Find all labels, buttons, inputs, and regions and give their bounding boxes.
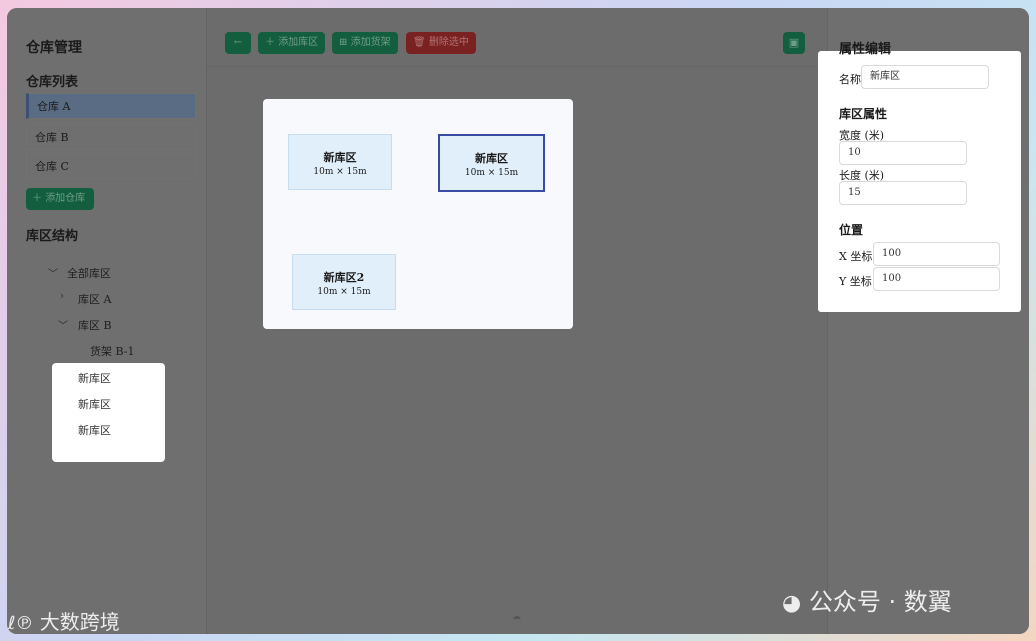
tree-node-shelf-b1[interactable]: 货架 B-1 bbox=[90, 343, 135, 359]
tree-node-zone-a[interactable]: 库区 A bbox=[78, 291, 111, 307]
zone-block-selected[interactable]: 新库区 10m × 15m bbox=[438, 134, 545, 192]
name-input[interactable]: 新库区 bbox=[861, 65, 989, 89]
brand-logo-icon: ℓ℗ bbox=[8, 613, 34, 634]
wechat-icon: ◕ bbox=[782, 591, 802, 616]
add-zone-button[interactable]: ＋ 添加库区 bbox=[258, 32, 326, 54]
watermark-right-text: 公众号 · 数翼 bbox=[808, 588, 952, 616]
chevron-down-icon[interactable]: ﹀ bbox=[58, 317, 68, 332]
save-icon: ▣ bbox=[788, 36, 800, 49]
zone-name: 新库区2 bbox=[323, 271, 365, 284]
app-window: 仓库管理 仓库列表 仓库 A 仓库 B 仓库 C ＋ 添加仓库 库区结构 ﹀ 全… bbox=[7, 8, 1029, 634]
save-button[interactable]: ▣ bbox=[783, 32, 805, 54]
y-input[interactable]: 100 bbox=[873, 267, 1000, 291]
plus-icon: ＋ bbox=[32, 193, 42, 204]
length-input[interactable]: 15 bbox=[839, 181, 967, 205]
popup-item[interactable]: 新库区 bbox=[78, 370, 111, 386]
tree-node-root[interactable]: 全部库区 bbox=[67, 265, 111, 281]
warehouse-item-a[interactable]: 仓库 A bbox=[26, 93, 196, 119]
x-input[interactable]: 100 bbox=[873, 242, 1000, 266]
tree-node-zone-b[interactable]: 库区 B bbox=[78, 317, 112, 333]
y-label: Y 坐标 bbox=[839, 275, 872, 288]
warehouse-list-title: 仓库列表 bbox=[26, 75, 79, 90]
delete-selected-button[interactable]: 🗑 删除选中 bbox=[406, 32, 476, 54]
plus-icon: ＋ bbox=[265, 37, 275, 48]
app-title: 仓库管理 bbox=[26, 40, 82, 56]
warehouse-label: 仓库 B bbox=[35, 131, 69, 144]
warehouse-label: 仓库 C bbox=[35, 160, 69, 173]
watermark-left: ℓ℗ 大数跨境 bbox=[8, 606, 120, 635]
watermark-right: ◕ 公众号 · 数翼 bbox=[782, 582, 952, 617]
name-label: 名称 bbox=[839, 73, 861, 86]
x-label: X 坐标 bbox=[839, 250, 873, 263]
add-warehouse-label: 添加仓库 bbox=[45, 193, 86, 204]
add-shelf-button[interactable]: ⊞ 添加货架 bbox=[332, 32, 398, 54]
toolbar-divider bbox=[207, 66, 827, 67]
delete-selected-label: 删除选中 bbox=[428, 37, 469, 48]
warehouse-label: 仓库 A bbox=[37, 100, 71, 113]
chevron-right-icon[interactable]: › bbox=[60, 291, 64, 302]
grid-icon: ⊞ bbox=[339, 37, 348, 48]
width-input[interactable]: 10 bbox=[839, 141, 967, 165]
warehouse-item-b[interactable]: 仓库 B bbox=[26, 124, 196, 150]
layout-canvas[interactable]: 新库区 10m × 15m 新库区 10m × 15m 新库区2 10m × 1… bbox=[263, 99, 573, 329]
zone-dims: 10m × 15m bbox=[317, 287, 371, 297]
zone-block[interactable]: 新库区2 10m × 15m bbox=[292, 254, 396, 310]
popup-item[interactable]: 新库区 bbox=[78, 422, 111, 438]
arrow-left-icon: ← bbox=[233, 37, 243, 48]
zone-block[interactable]: 新库区 10m × 15m bbox=[288, 134, 392, 190]
add-zone-label: 添加库区 bbox=[278, 37, 319, 48]
tree-popup: 新库区 新库区 新库区 bbox=[52, 363, 165, 462]
trash-icon: 🗑 bbox=[413, 37, 426, 48]
add-warehouse-button[interactable]: ＋ 添加仓库 bbox=[26, 188, 94, 210]
chevron-down-icon[interactable]: ﹀ bbox=[48, 265, 58, 280]
zone-name: 新库区 bbox=[475, 152, 508, 165]
structure-title: 库区结构 bbox=[26, 229, 79, 244]
zone-attrs-title: 库区属性 bbox=[839, 107, 888, 121]
add-shelf-label: 添加货架 bbox=[350, 37, 391, 48]
zone-dims: 10m × 15m bbox=[464, 168, 519, 178]
zone-name: 新库区 bbox=[323, 151, 357, 164]
back-button[interactable]: ← bbox=[225, 32, 251, 54]
properties-title: 属性编辑 bbox=[839, 42, 892, 57]
zone-dims: 10m × 15m bbox=[313, 167, 367, 177]
watermark-left-text: 大数跨境 bbox=[39, 610, 120, 634]
position-title: 位置 bbox=[839, 223, 864, 237]
sidebar: 仓库管理 仓库列表 仓库 A 仓库 B 仓库 C ＋ 添加仓库 库区结构 ﹀ 全… bbox=[7, 8, 207, 634]
warehouse-item-c[interactable]: 仓库 C bbox=[26, 153, 196, 179]
popup-item[interactable]: 新库区 bbox=[78, 396, 111, 412]
cloud-icon: ☁ bbox=[512, 612, 521, 622]
